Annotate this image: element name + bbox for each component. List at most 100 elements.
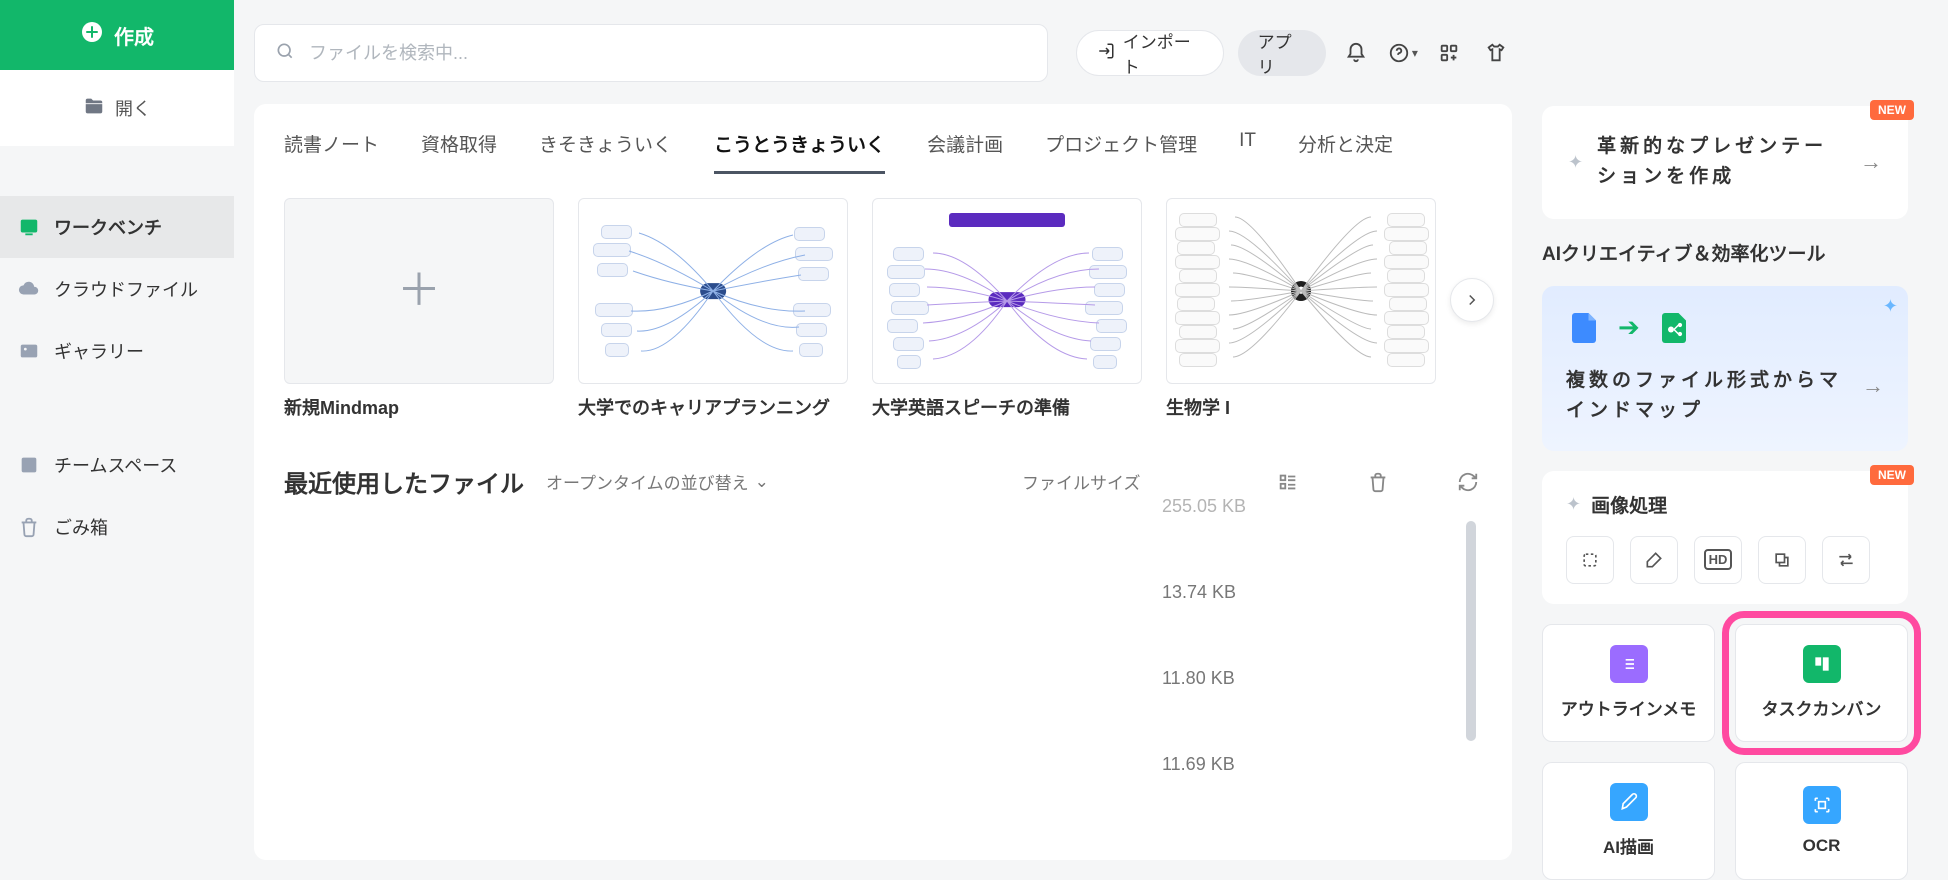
create-button-label: 作成: [114, 21, 154, 50]
shirt-icon[interactable]: [1480, 36, 1512, 70]
create-button[interactable]: 作成: [0, 0, 234, 70]
sidebar-item-label: ごみ箱: [54, 514, 108, 540]
tool-ocr[interactable]: OCR: [1735, 762, 1908, 880]
sidebar: 作成 開く ワークベンチ クラウドファイル ギャラリー チームスペース: [0, 0, 234, 860]
cloud-icon: [18, 278, 40, 300]
file-size: 255.05 KB: [1162, 499, 1482, 517]
tool-ai-draw[interactable]: AI描画: [1542, 762, 1715, 880]
templates-next-button[interactable]: [1450, 278, 1494, 322]
eraser-icon[interactable]: [1630, 536, 1678, 584]
search-input-wrap[interactable]: [254, 24, 1048, 82]
expand-icon[interactable]: [1758, 536, 1806, 584]
template-name: 大学でのキャリアプランニング: [578, 394, 848, 420]
template-name: 大学英語スピーチの準備: [872, 394, 1142, 420]
tool-outline-memo[interactable]: アウトラインメモ: [1542, 624, 1715, 742]
promo-file-formats[interactable]: ➔ ✦ 複数のファイル形式からマインドマップ →: [1542, 286, 1908, 451]
content-card: 読書ノート 資格取得 きそきょういく こうとうきょういく 会議計画 プロジェクト…: [254, 104, 1512, 860]
open-button[interactable]: 開く: [0, 70, 234, 146]
view-toggle-icon[interactable]: [1274, 468, 1302, 496]
refresh-icon[interactable]: [1454, 468, 1482, 496]
arrow-right-icon: ➔: [1618, 312, 1640, 343]
crop-icon[interactable]: [1566, 536, 1614, 584]
sidebar-item-gallery[interactable]: ギャラリー: [0, 320, 234, 382]
table-row[interactable]: 255.05 KB: [284, 499, 1482, 549]
team-icon: [18, 454, 40, 476]
template-row: ＋ 新規Mindmap: [284, 198, 1482, 420]
column-header-size: ファイルサイズ: [1022, 469, 1212, 494]
plus-icon: ＋: [397, 269, 441, 313]
mindmap-file-icon: [1656, 310, 1692, 346]
image-tool-row: HD: [1566, 536, 1884, 584]
tool-label: OCR: [1803, 836, 1841, 856]
app-button[interactable]: アプリ: [1238, 30, 1327, 76]
template-name: 新規Mindmap: [284, 394, 554, 420]
tab-certification[interactable]: 資格取得: [421, 130, 497, 174]
sparkle-icon: ✦: [1566, 494, 1581, 515]
sort-dropdown[interactable]: オープンタイムの並び替え ⌄: [546, 469, 769, 494]
template-career-planning[interactable]: 大学でのキャリアプランニング: [578, 198, 848, 420]
promo-text: 革新的なプレゼンテーションを作成: [1597, 132, 1846, 193]
table-row[interactable]: 13.74 KB: [284, 549, 1482, 635]
right-panel: ✦ 革新的なプレゼンテーションを作成 → NEW AIクリエイティブ＆効率化ツー…: [1542, 24, 1908, 860]
import-label: インポート: [1123, 28, 1203, 78]
trash-icon: [18, 516, 40, 538]
tab-higher-education[interactable]: こうとうきょういく: [714, 130, 885, 174]
sort-label: オープンタイムの並び替え: [546, 469, 749, 494]
tab-basic-education[interactable]: きそきょういく: [539, 130, 672, 174]
file-size: 11.69 KB: [1162, 754, 1482, 775]
main-left: インポート アプリ ▾ 読書ノート 資格取得 きそきょういく こうとうきょういく…: [254, 24, 1512, 860]
file-size: 11.80 KB: [1162, 668, 1482, 689]
sidebar-item-workbench[interactable]: ワークベンチ: [0, 196, 234, 258]
new-badge: NEW: [1870, 465, 1914, 485]
tab-analysis-decision[interactable]: 分析と決定: [1298, 130, 1393, 174]
table-row[interactable]: 11.69 KB: [284, 721, 1482, 807]
search-input[interactable]: [309, 43, 1027, 64]
sidebar-item-label: ワークベンチ: [54, 214, 162, 240]
tab-it[interactable]: IT: [1239, 130, 1256, 174]
table-row[interactable]: 11.80 KB: [284, 635, 1482, 721]
tool-label: AI描画: [1603, 833, 1654, 858]
import-button[interactable]: インポート: [1076, 30, 1224, 76]
sparkle-icon: ✦: [1883, 296, 1898, 317]
recent-header: 最近使用したファイル オープンタイムの並び替え ⌄ ファイルサイズ: [284, 464, 1482, 499]
folder-icon: [83, 95, 105, 122]
tab-project-management[interactable]: プロジェクト管理: [1045, 130, 1197, 174]
workbench-icon: [18, 216, 40, 238]
help-icon[interactable]: ▾: [1387, 36, 1419, 70]
template-english-speech[interactable]: 大学英語スピーチの準備: [872, 198, 1142, 420]
file-doc-icon: [1566, 310, 1602, 346]
sidebar-item-label: チームスペース: [54, 452, 177, 478]
kanban-icon: [1803, 645, 1841, 683]
main-area: インポート アプリ ▾ 読書ノート 資格取得 きそきょういく こうとうきょういく…: [234, 0, 1948, 860]
image-processing-label: 画像処理: [1591, 491, 1667, 518]
tab-meeting-plan[interactable]: 会議計画: [927, 130, 1003, 174]
chevron-down-icon: ▾: [1412, 46, 1418, 60]
tool-task-kanban[interactable]: タスクカンバン: [1735, 624, 1908, 742]
tool-label: タスクカンバン: [1762, 695, 1882, 720]
template-new-mindmap[interactable]: ＋ 新規Mindmap: [284, 198, 554, 420]
import-icon: [1097, 42, 1115, 65]
promo-presentation[interactable]: ✦ 革新的なプレゼンテーションを作成 → NEW: [1542, 106, 1908, 219]
arrow-right-icon: →: [1860, 149, 1882, 175]
promo-icons: ➔ ✦: [1566, 310, 1884, 346]
ai-draw-icon: [1610, 783, 1648, 821]
trash-icon[interactable]: [1364, 468, 1392, 496]
template-biology-1[interactable]: ⬤ 生物学 I: [1166, 198, 1436, 420]
sidebar-item-trash[interactable]: ごみ箱: [0, 496, 234, 558]
chevron-down-icon: ⌄: [755, 472, 769, 492]
ocr-icon: [1803, 786, 1841, 824]
kanban-highlight: タスクカンバン: [1722, 611, 1921, 755]
swap-icon[interactable]: [1822, 536, 1870, 584]
template-thumb: ⬤: [1166, 198, 1436, 384]
sidebar-item-teamspace[interactable]: チームスペース: [0, 434, 234, 496]
file-size: 13.74 KB: [1162, 582, 1482, 603]
search-icon: [275, 41, 295, 66]
tab-reading-notes[interactable]: 読書ノート: [284, 130, 379, 174]
image-processing-panel: NEW ✦ 画像処理 HD: [1542, 471, 1908, 604]
sidebar-item-cloud[interactable]: クラウドファイル: [0, 258, 234, 320]
hd-icon[interactable]: HD: [1694, 536, 1742, 584]
scrollbar[interactable]: [1466, 521, 1476, 741]
tool-label: アウトラインメモ: [1561, 695, 1697, 720]
bell-icon[interactable]: [1340, 36, 1372, 70]
apps-grid-icon[interactable]: [1433, 36, 1465, 70]
